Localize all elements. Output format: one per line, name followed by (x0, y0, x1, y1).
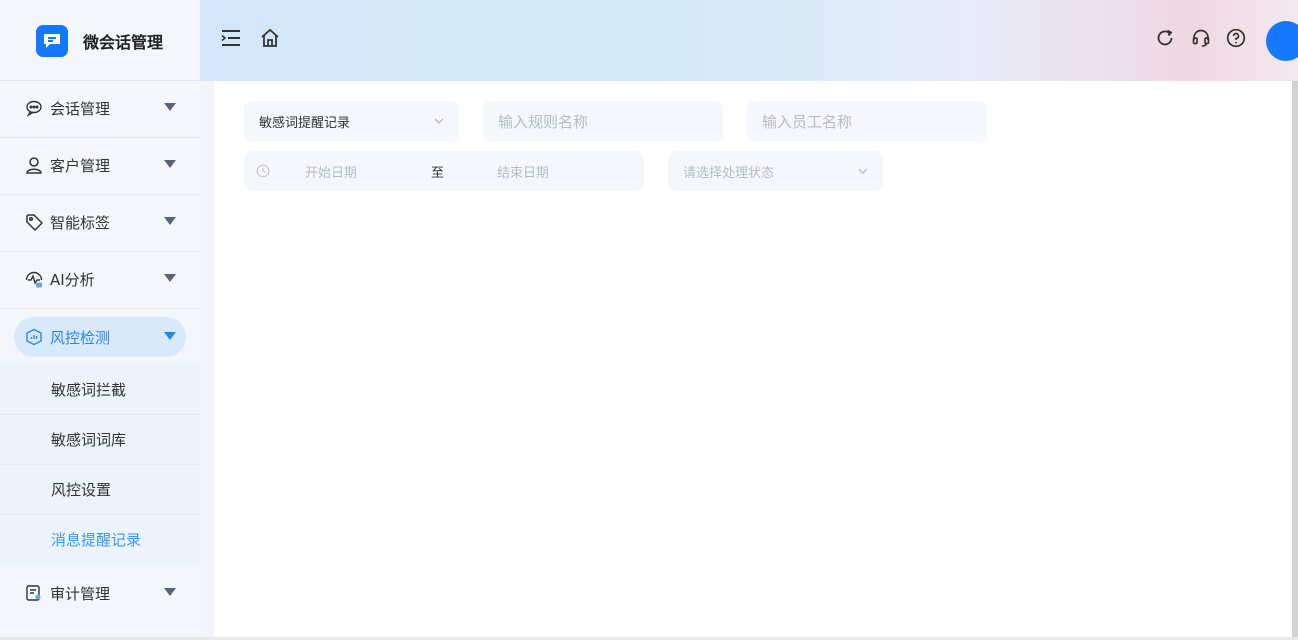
sidebar-item-chat-management[interactable]: 会话管理 (14, 88, 186, 128)
divider (0, 194, 200, 195)
record-type-select[interactable]: 敏感词提醒记录 (244, 101, 459, 141)
main-content: 敏感词提醒记录 输入规则名称 输入员工名称 开始日期 至 结束日期 请选择处理状… (214, 81, 1292, 637)
chat-icon (24, 98, 44, 118)
caret-down-icon (164, 274, 176, 282)
sidebar-subitem-sensitive-word-block[interactable]: 敏感词拦截 (0, 365, 200, 414)
caret-down-icon (164, 588, 176, 596)
divider (0, 251, 200, 252)
top-header-bar (200, 0, 1298, 81)
user-icon (24, 155, 44, 175)
sidebar-subitem-message-alert-records[interactable]: 消息提醒记录 (0, 515, 200, 564)
date-range-separator: 至 (431, 165, 445, 181)
sidebar-item-audit-management[interactable]: 审计管理 (14, 573, 186, 613)
sidebar-subitem-risk-settings[interactable]: 风控设置 (0, 465, 200, 514)
divider (0, 137, 200, 138)
header-left-tools (221, 28, 280, 48)
chevron-down-icon (433, 115, 445, 131)
subitem-label: 消息提醒记录 (51, 531, 142, 549)
subitem-label: 敏感词词库 (51, 431, 127, 449)
clock-icon (256, 164, 270, 182)
sidebar-item-label: 风控检测 (50, 328, 111, 347)
status-select[interactable]: 请选择处理状态 (668, 151, 883, 191)
sidebar-item-ai-analysis[interactable]: AI分析 (14, 259, 186, 299)
sidebar-item-label: 会话管理 (50, 99, 111, 118)
status-placeholder: 请选择处理状态 (683, 165, 775, 181)
caret-down-icon (164, 103, 176, 111)
divider (0, 80, 200, 81)
start-date-input[interactable]: 开始日期 (305, 162, 357, 181)
sidebar-item-risk-detection[interactable]: 风控检测 (14, 317, 186, 357)
audit-icon (24, 583, 44, 603)
end-date-input[interactable]: 结束日期 (497, 162, 549, 181)
tag-icon (24, 212, 44, 232)
ai-analysis-icon (24, 269, 44, 289)
caret-down-icon (164, 160, 176, 168)
caret-down-icon (164, 332, 176, 340)
sidebar-item-smart-tags[interactable]: 智能标签 (14, 202, 186, 242)
shield-icon (24, 327, 44, 347)
sidebar-item-label: 审计管理 (50, 584, 111, 603)
subitem-label: 敏感词拦截 (51, 381, 127, 399)
headset-icon[interactable] (1191, 28, 1211, 48)
employee-name-placeholder: 输入员工名称 (762, 112, 853, 131)
sidebar-item-label: 智能标签 (50, 213, 111, 232)
brand[interactable]: 微会话管理 (36, 25, 163, 57)
app-logo-icon (36, 25, 68, 57)
record-type-value: 敏感词提醒记录 (259, 115, 351, 131)
menu-fold-icon[interactable] (221, 28, 241, 48)
divider (0, 308, 200, 309)
refresh-icon[interactable] (1155, 28, 1175, 48)
app-name: 微会话管理 (83, 33, 164, 52)
header-right-tools (1155, 28, 1246, 48)
avatar[interactable] (1266, 21, 1298, 61)
sidebar-item-label: 客户管理 (50, 156, 111, 175)
sidebar-item-label: AI分析 (50, 270, 95, 289)
sidebar-item-customer-management[interactable]: 客户管理 (14, 145, 186, 185)
rule-name-placeholder: 输入规则名称 (498, 112, 589, 131)
home-icon[interactable] (260, 28, 280, 48)
sidebar: 微会话管理 会话管理 客户管理 智能标签 AI分析 风控检测 敏感词拦截 敏感词… (0, 0, 200, 640)
subitem-label: 风控设置 (51, 481, 112, 499)
date-range-picker[interactable]: 开始日期 至 结束日期 (244, 151, 644, 191)
sidebar-subitem-sensitive-word-library[interactable]: 敏感词词库 (0, 415, 200, 464)
rule-name-input[interactable]: 输入规则名称 (483, 101, 723, 141)
help-icon[interactable] (1226, 28, 1246, 48)
scrollbar[interactable] (1292, 81, 1298, 640)
chevron-down-icon (857, 165, 869, 181)
caret-down-icon (164, 217, 176, 225)
employee-name-input[interactable]: 输入员工名称 (747, 101, 987, 141)
